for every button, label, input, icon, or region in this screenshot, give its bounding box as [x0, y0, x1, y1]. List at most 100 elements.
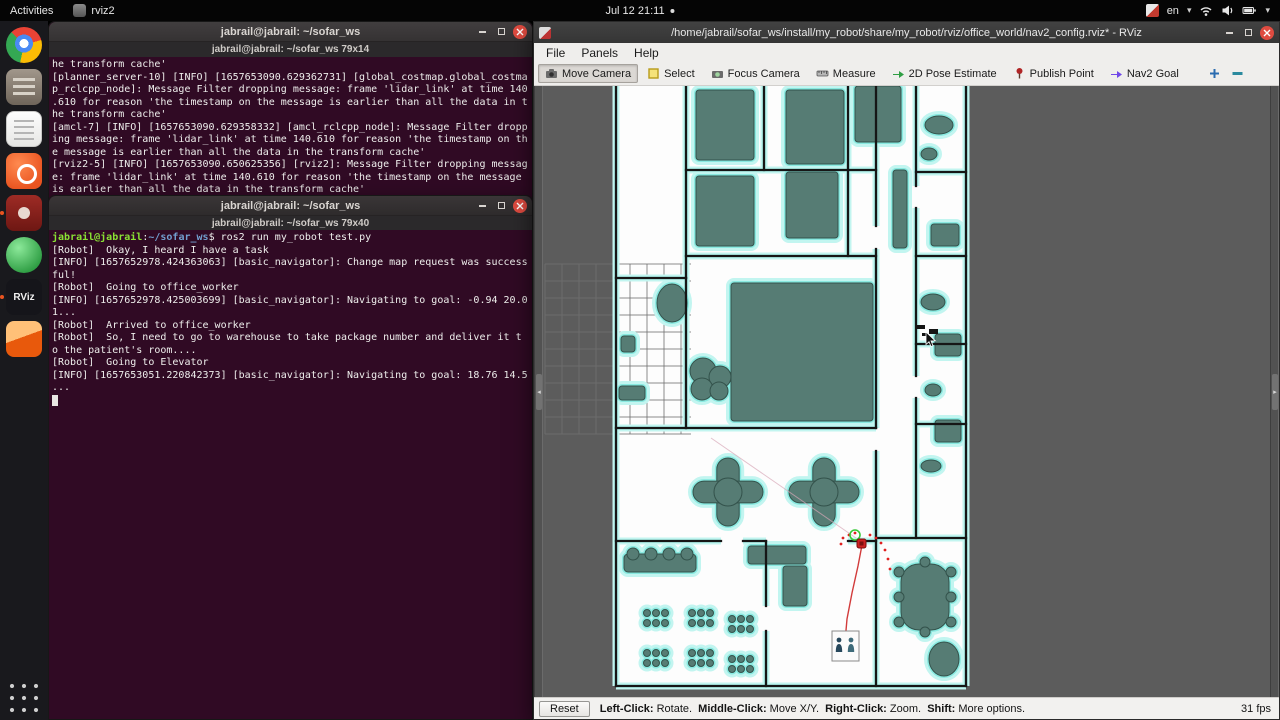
tool-label: Focus Camera: [727, 67, 800, 80]
tool-move-camera[interactable]: Move Camera: [538, 64, 639, 83]
tool-label: Nav2 Goal: [1126, 67, 1179, 80]
tool-2d-pose-estimate[interactable]: 2D Pose Estimate: [885, 64, 1004, 83]
chevron-down-icon: ▾: [1186, 5, 1192, 15]
terminal-line: [Robot] Going to Elevator: [52, 357, 209, 368]
tool-label: Publish Point: [1029, 67, 1094, 80]
menu-help[interactable]: Help: [626, 45, 667, 61]
focus-camera-icon: [711, 67, 724, 80]
dock-item-chrome[interactable]: [6, 27, 42, 63]
minimize-icon: [478, 204, 486, 207]
terminal-line: [amcl-7] [INFO] [1657653090.629358332] […: [52, 121, 528, 133]
terminal-line: [planner_server-10] [INFO] [1657653090.6…: [52, 71, 528, 83]
tool-measure[interactable]: Measure: [809, 64, 883, 83]
rviz-titlebar[interactable]: /home/jabrail/sofar_ws/install/my_robot/…: [534, 22, 1279, 43]
minimize-button[interactable]: [1222, 26, 1236, 40]
tool-label: 2D Pose Estimate: [908, 67, 997, 80]
terminal-title: jabrail@jabrail: ~/sofar_ws: [220, 25, 361, 38]
tool-label: Move Camera: [562, 67, 632, 80]
terminal-titlebar[interactable]: jabrail@jabrail: ~/sofar_ws: [49, 196, 532, 216]
tool-publish-point[interactable]: Publish Point: [1006, 64, 1101, 83]
volume-icon: [1221, 4, 1234, 17]
maximize-button[interactable]: [494, 25, 508, 39]
minimize-icon: [1225, 31, 1233, 34]
publish-point-icon: [1013, 67, 1026, 80]
nav2-goal-icon: [1110, 67, 1123, 80]
terminal-output[interactable]: jabrail@jabrail:~/sofar_ws$ ros2 run my_…: [49, 230, 532, 719]
reset-button[interactable]: Reset: [539, 700, 590, 717]
keyboard-layout-indicator[interactable]: en: [1167, 5, 1179, 17]
dock-item-rviz[interactable]: RViz: [0, 279, 42, 315]
top-bar: Activities rviz2 Jul 12 21:11 en ▾ ▾: [0, 0, 1280, 21]
dock-item-ubuntu-software[interactable]: [6, 153, 42, 189]
clock-menu[interactable]: Jul 12 21:11: [605, 0, 675, 21]
terminal-line: [Robot] Arrived to office_worker: [52, 319, 251, 331]
terminal-line: he transform cache': [52, 59, 167, 70]
menu-panels[interactable]: Panels: [573, 45, 626, 61]
dock-item-media-player[interactable]: [0, 195, 42, 231]
dock-item-green-tool[interactable]: [6, 237, 42, 273]
person-sign: [831, 630, 860, 662]
terminal-line: e message is earlier than all the data i…: [52, 146, 426, 158]
tool-label: Measure: [832, 67, 876, 80]
add-tool-button[interactable]: [1204, 64, 1225, 83]
terminal-line: [Robot] Okay, I heard I have a task: [52, 244, 269, 256]
collapse-left-arrow-icon[interactable]: ◂: [536, 373, 542, 410]
activities-button[interactable]: Activities: [0, 0, 63, 21]
running-indicator: [0, 295, 4, 299]
help-segment: More options.: [955, 702, 1026, 715]
focused-app-menu[interactable]: rviz2: [63, 0, 124, 21]
views-panel-collapse-handle[interactable]: ▸: [1270, 86, 1279, 697]
rviz-menubar: File Panels Help: [534, 43, 1279, 62]
close-button[interactable]: [513, 198, 527, 213]
terminal-line: e: frame 'lidar_link' at time 140.610 fo…: [52, 171, 528, 183]
terminal-line: ...: [52, 382, 71, 393]
dock-items: RViz: [0, 21, 48, 363]
cursor-line: [52, 394, 532, 408]
fps-counter: 31 fps: [1241, 702, 1271, 715]
clock-label: Jul 12 21:11: [605, 4, 665, 17]
terminal-line: 1...: [52, 307, 77, 318]
battery-icon: [1242, 4, 1257, 17]
minimize-button[interactable]: [475, 199, 489, 213]
terminal-line: [Robot] So, I need to go to warehouse to…: [52, 332, 522, 343]
notification-dot-icon: [670, 8, 675, 13]
terminal-line: o the patient's room....: [52, 344, 197, 356]
remove-tool-button[interactable]: [1227, 64, 1248, 83]
system-menu[interactable]: en ▾ ▾: [1145, 0, 1280, 21]
chevron-down-icon: ▾: [1265, 5, 1270, 15]
tool-nav2-goal[interactable]: Nav2 Goal: [1103, 64, 1186, 83]
terminal-line: [INFO] [1657652978.425003699] [basic_nav…: [52, 294, 528, 306]
close-button[interactable]: [1260, 25, 1274, 40]
pose-estimate-icon: [892, 67, 905, 80]
move-camera-icon: [545, 67, 558, 80]
terminal-line: he transform cache': [52, 109, 167, 120]
maximize-button[interactable]: [1241, 26, 1255, 40]
terminal-cursor: [52, 394, 58, 406]
map-canvas: [543, 86, 1270, 697]
add-tool-icon: [1208, 67, 1221, 80]
rviz-3d-viewport[interactable]: [543, 86, 1270, 697]
menu-file[interactable]: File: [538, 45, 573, 61]
network-icon: [1199, 4, 1213, 17]
terminal-line: ing message: frame 'lidar_link' at time …: [52, 134, 528, 145]
displays-panel-collapse-handle[interactable]: ◂: [534, 86, 543, 697]
dock: RViz: [0, 21, 48, 720]
dock-item-package-tool[interactable]: [6, 321, 42, 357]
help-segment: Rotate.: [653, 702, 699, 715]
maximize-button[interactable]: [494, 199, 508, 213]
tool-label: Select: [664, 67, 695, 80]
terminal-titlebar[interactable]: jabrail@jabrail: ~/sofar_ws: [49, 22, 532, 42]
terminal-line: ful!: [52, 269, 77, 281]
dock-item-files[interactable]: [6, 69, 42, 105]
show-applications-button[interactable]: [6, 680, 42, 716]
close-button[interactable]: [513, 24, 527, 39]
close-icon: [516, 28, 524, 35]
tool-focus-camera[interactable]: Focus Camera: [704, 64, 807, 83]
tool-select[interactable]: Select: [640, 64, 702, 83]
rviz-toolbar: Move Camera Select Focus Camera Measure 2D P…: [534, 62, 1279, 86]
focused-app-label: rviz2: [91, 4, 115, 17]
dock-item-text-editor[interactable]: [6, 111, 42, 147]
collapse-right-arrow-icon[interactable]: ▸: [1272, 373, 1278, 410]
select-icon: [647, 67, 660, 80]
minimize-button[interactable]: [475, 25, 489, 39]
